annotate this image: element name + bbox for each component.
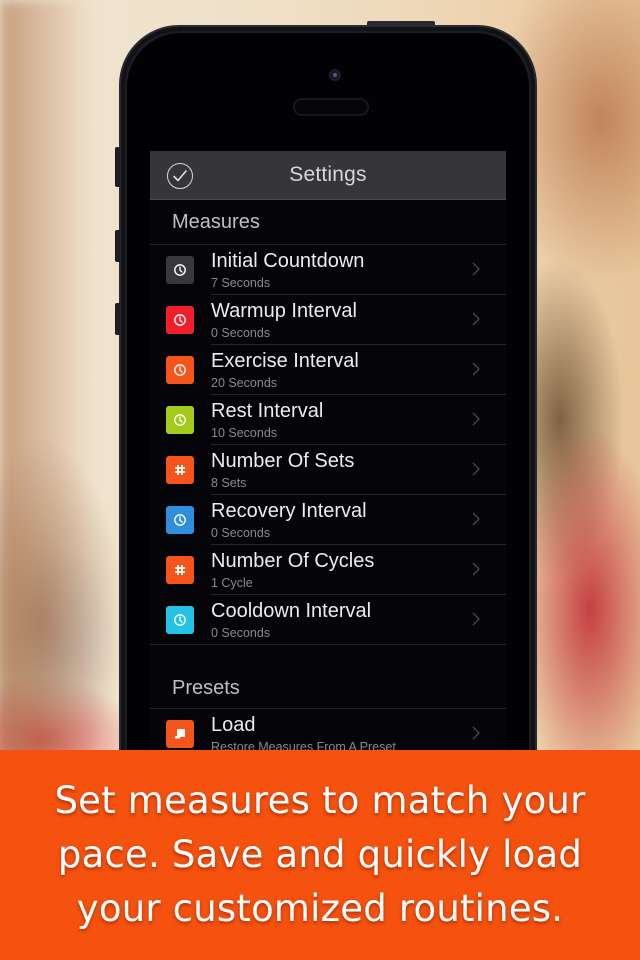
row-value: 7 Seconds (211, 276, 271, 290)
clock-icon (174, 264, 186, 276)
section-header-presets: Presets (150, 645, 506, 709)
chevron-right-icon (472, 726, 480, 740)
row-label: Cooldown Interval (211, 600, 372, 622)
row-icon-badge (166, 606, 194, 634)
row-icon-badge (166, 456, 194, 484)
chevron-right-icon (472, 512, 480, 526)
settings-row-cooldown-interval[interactable]: Cooldown Interval 0 Seconds (150, 595, 506, 645)
settings-row-recovery-interval[interactable]: Recovery Interval 0 Seconds (150, 495, 506, 545)
settings-row-load[interactable]: Load Restore Measures From A Preset (150, 709, 506, 751)
chevron-right-icon (472, 462, 480, 476)
row-label: Number Of Sets (211, 450, 355, 472)
row-label: Exercise Interval (211, 350, 359, 372)
chevron-right-icon (472, 362, 480, 376)
chevron-right-icon (472, 262, 480, 276)
load-preset-icon (175, 729, 185, 739)
row-value: 10 Seconds (211, 426, 278, 440)
promo-caption-banner: Set measures to match your pace. Save an… (0, 750, 640, 960)
clock-icon (174, 414, 186, 426)
page-title: Settings (289, 163, 367, 186)
promo-caption-text: Set measures to match your pace. Save an… (54, 779, 586, 930)
front-camera (329, 69, 341, 81)
settings-row-warmup-interval[interactable]: Warmup Interval 0 Seconds (150, 295, 506, 345)
chevron-right-icon (472, 312, 480, 326)
earpiece-speaker (293, 98, 369, 116)
row-icon-badge (166, 556, 194, 584)
row-value: 0 Seconds (211, 626, 271, 640)
volume-up-button (115, 230, 120, 262)
chevron-right-icon (472, 562, 480, 576)
settings-row-number-of-sets[interactable]: Number Of Sets 8 Sets (150, 445, 506, 495)
row-value: 8 Sets (211, 476, 247, 490)
row-value: 1 Cycle (211, 576, 253, 590)
clock-icon (174, 314, 186, 326)
row-icon-badge (166, 256, 194, 284)
clock-icon (174, 364, 186, 376)
row-label: Load (211, 714, 256, 736)
mute-switch (115, 147, 120, 187)
presets-list: Load Restore Measures From A Preset (150, 709, 506, 751)
settings-row-exercise-interval[interactable]: Exercise Interval 20 Seconds (150, 345, 506, 395)
section-header-measures: Measures (150, 200, 506, 245)
clock-icon (174, 514, 186, 526)
row-label: Recovery Interval (211, 500, 367, 522)
row-value: 20 Seconds (211, 376, 278, 390)
done-button[interactable] (167, 163, 193, 189)
row-icon-badge (166, 356, 194, 384)
row-icon-badge (166, 306, 194, 334)
row-icon-badge (166, 406, 194, 434)
row-label: Number Of Cycles (211, 550, 375, 572)
row-value: 0 Seconds (211, 326, 271, 340)
row-label: Warmup Interval (211, 300, 357, 322)
checkmark-icon (173, 170, 187, 182)
hash-icon (175, 465, 185, 475)
row-value: 0 Seconds (211, 526, 271, 540)
row-icon-badge (166, 506, 194, 534)
power-button (367, 21, 435, 26)
navigation-bar: Settings (150, 151, 506, 200)
measures-list: Initial Countdown 7 Seconds Warmup Inter… (150, 245, 506, 645)
hash-icon (175, 565, 185, 575)
settings-row-number-of-cycles[interactable]: Number Of Cycles 1 Cycle (150, 545, 506, 595)
row-label: Rest Interval (211, 400, 324, 422)
row-icon-badge (166, 720, 194, 748)
settings-row-rest-interval[interactable]: Rest Interval 10 Seconds (150, 395, 506, 445)
background-leg (0, 0, 90, 760)
row-label: Initial Countdown (211, 250, 365, 272)
clock-icon (174, 614, 186, 626)
settings-row-initial-countdown[interactable]: Initial Countdown 7 Seconds (150, 245, 506, 295)
chevron-right-icon (472, 612, 480, 626)
chevron-right-icon (472, 412, 480, 426)
volume-down-button (115, 303, 120, 335)
app-screen: Settings Measures Initial Countdown 7 Se… (150, 151, 506, 751)
